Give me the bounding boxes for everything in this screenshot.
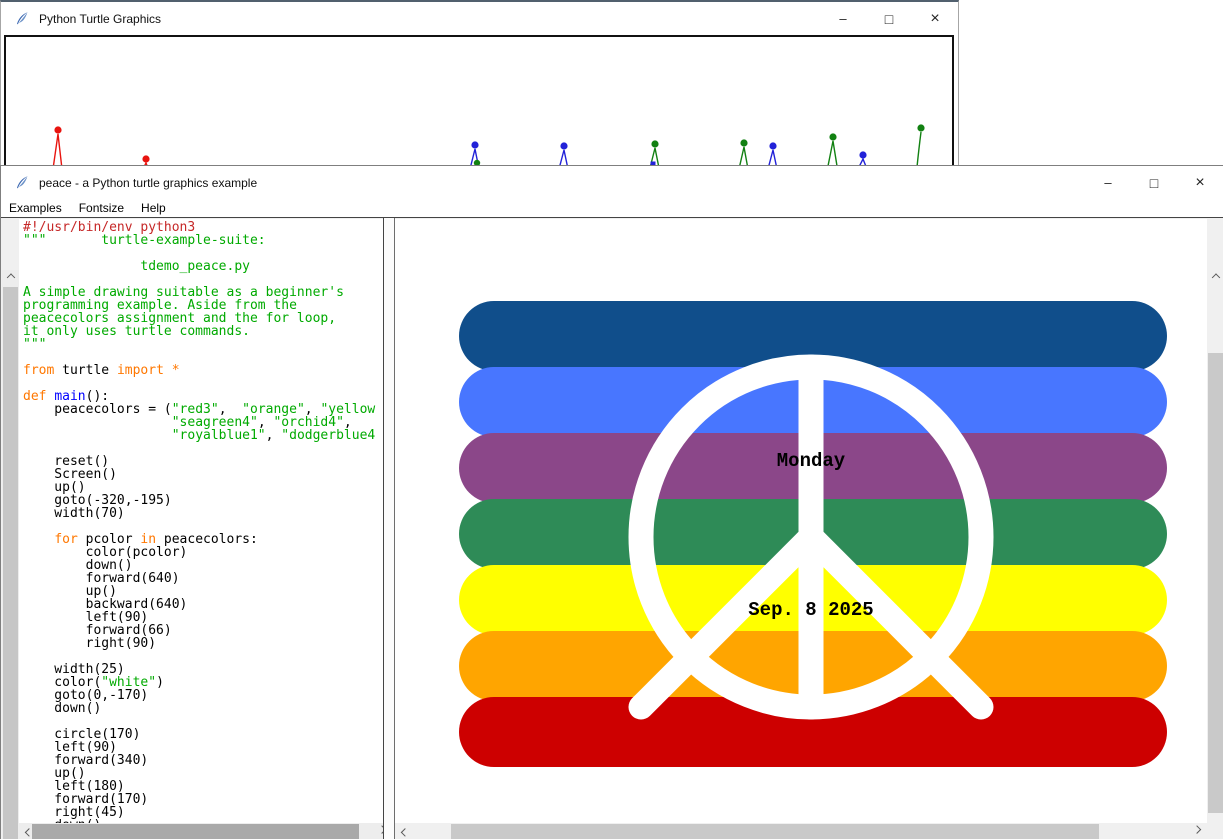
canvas-scrollbar-vertical[interactable] [1207, 270, 1223, 839]
code-scrollbar-horizontal[interactable] [19, 823, 393, 839]
scroll-up-button[interactable] [1207, 271, 1223, 287]
scroll-up-button[interactable] [2, 271, 19, 287]
menubar: Examples Fontsize Help [1, 199, 1223, 217]
date-text: Sep. 8 2025 [748, 599, 873, 621]
turtle-figure [917, 124, 925, 167]
peace-drawing: Monday Sep. 8 2025 [395, 219, 1207, 823]
bg-titlebar[interactable]: Python Turtle Graphics – □ × [1, 2, 958, 35]
code-line: right(90) [23, 637, 383, 650]
tk-feather-icon [14, 175, 30, 191]
code-line: "royalblue1", "dodgerblue4 [23, 429, 383, 442]
code-line: width(70) [23, 507, 383, 520]
scroll-right-button[interactable] [1188, 823, 1205, 839]
code-text: #!/usr/bin/env python3""" turtle-example… [19, 219, 383, 823]
desktop: Python Turtle Graphics – □ × peace - a P… [0, 0, 1223, 839]
turtle-figures [6, 37, 952, 168]
canvas-pane: Monday Sep. 8 2025 [395, 219, 1207, 823]
turtle-figure [828, 133, 837, 166]
day-text: Monday [777, 450, 846, 472]
code-line: it only uses turtle commands. [23, 325, 383, 338]
tk-feather-icon [14, 11, 30, 27]
turtle-figure [53, 126, 62, 168]
code-pane[interactable]: #!/usr/bin/env python3""" turtle-example… [19, 219, 383, 823]
peace-minimize-button[interactable]: – [1085, 166, 1131, 199]
code-scrollbar-vertical[interactable] [2, 270, 19, 839]
scroll-thumb[interactable] [3, 287, 18, 839]
scroll-thumb[interactable] [451, 824, 1099, 839]
code-line: down() [23, 702, 383, 715]
peace-titlebar[interactable]: peace - a Python turtle graphics example… [1, 166, 1223, 199]
turtle-figure [739, 139, 748, 168]
bg-close-button[interactable]: × [912, 2, 958, 35]
peace-window-title: peace - a Python turtle graphics example [39, 176, 257, 190]
scroll-thumb[interactable] [1208, 353, 1223, 813]
scroll-thumb[interactable] [32, 824, 359, 839]
bg-window-title: Python Turtle Graphics [39, 12, 161, 26]
code-line: """ turtle-example-suite: [23, 234, 383, 247]
paned-content: #!/usr/bin/env python3""" turtle-example… [1, 217, 1223, 839]
turtle-figure [650, 140, 659, 168]
bg-maximize-button[interactable]: □ [866, 2, 912, 35]
peace-close-button[interactable]: × [1177, 166, 1223, 199]
turtle-figure [470, 141, 480, 168]
pane-sash[interactable] [383, 218, 395, 839]
menu-item-examples[interactable]: Examples [9, 201, 62, 215]
code-line: """ [23, 338, 383, 351]
code-line: tdemo_peace.py [23, 260, 383, 273]
scrollbar-corner [1207, 823, 1223, 839]
peace-window: peace - a Python turtle graphics example… [0, 165, 1223, 839]
canvas-scrollbar-horizontal[interactable] [395, 823, 1207, 839]
code-line: from turtle import * [23, 364, 383, 377]
peace-maximize-button[interactable]: □ [1131, 166, 1177, 199]
menu-item-help[interactable]: Help [141, 201, 166, 215]
bg-minimize-button[interactable]: – [820, 2, 866, 35]
menu-item-fontsize[interactable]: Fontsize [79, 201, 124, 215]
scroll-left-button[interactable] [396, 823, 413, 839]
